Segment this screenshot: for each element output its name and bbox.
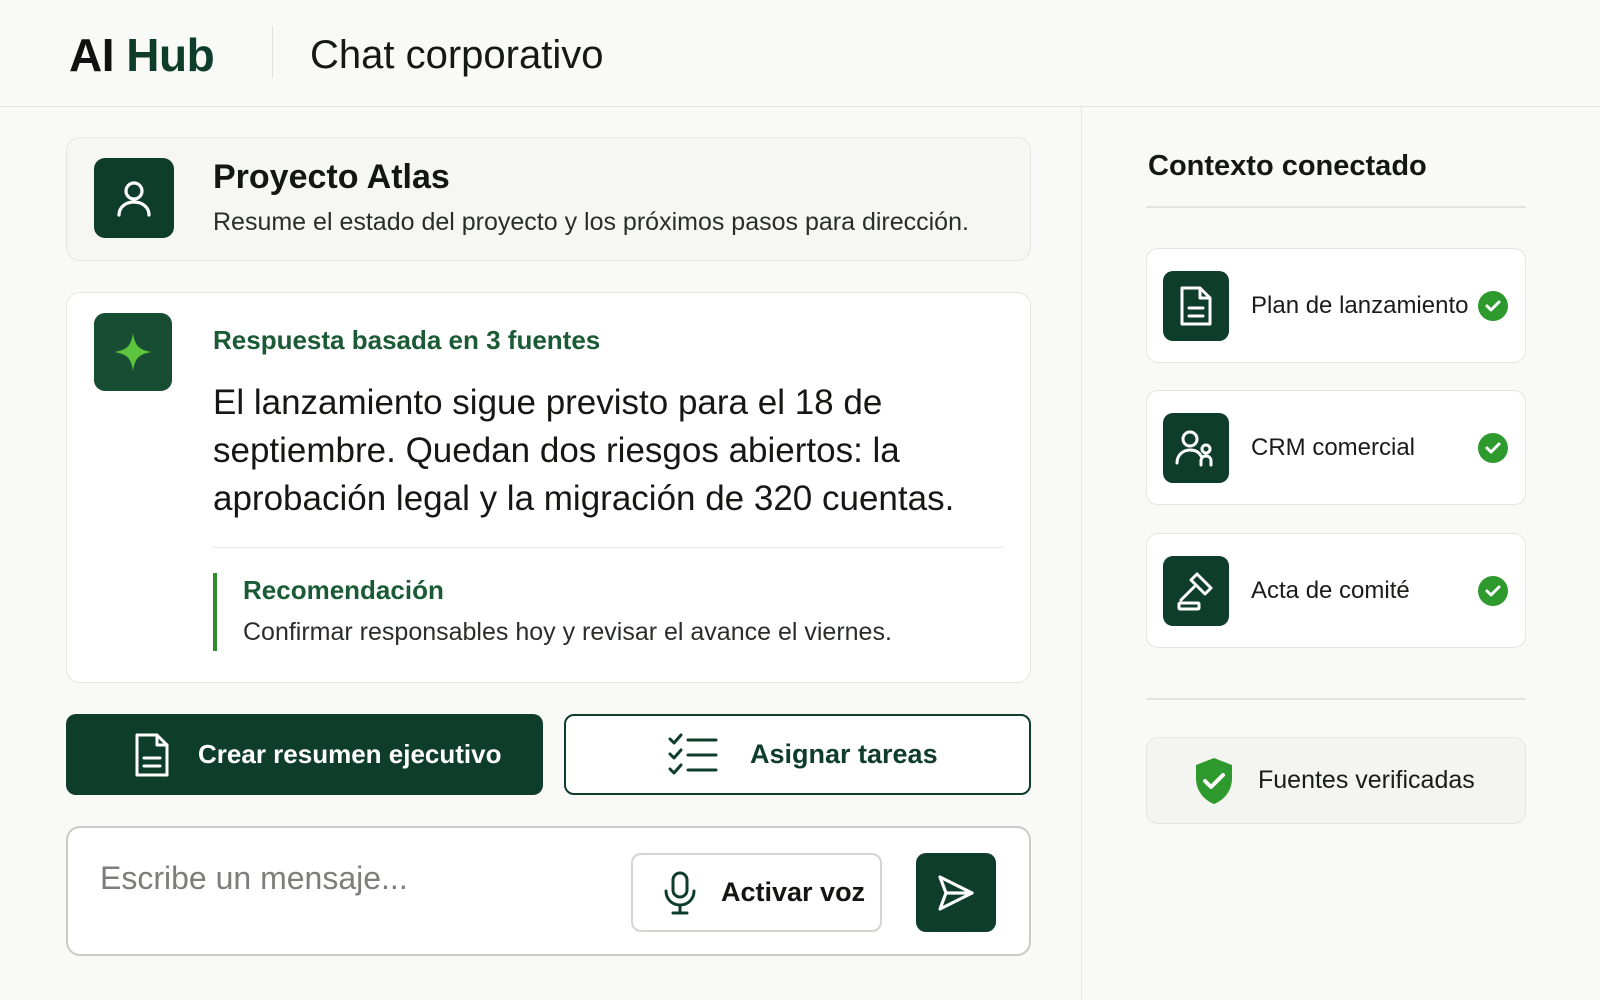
- send-icon: [938, 874, 974, 911]
- source-item-acta[interactable]: Acta de comité: [1146, 533, 1526, 648]
- response-divider: [213, 547, 1003, 548]
- recommendation-text: Confirmar responsables hoy y revisar el …: [243, 618, 892, 646]
- recommendation-title: Recomendación: [243, 575, 444, 605]
- source-item-crm[interactable]: CRM comercial: [1146, 390, 1526, 505]
- sidebar-title: Contexto conectado: [1148, 150, 1427, 182]
- assign-tasks-label: Asignar tareas: [750, 739, 938, 769]
- project-title: Proyecto Atlas: [213, 158, 450, 196]
- user-icon: [117, 181, 151, 217]
- check-icon: [1478, 575, 1508, 606]
- message-input[interactable]: [100, 856, 600, 900]
- assign-tasks-button[interactable]: Asignar tareas: [564, 714, 1031, 795]
- send-button[interactable]: [916, 853, 996, 932]
- gavel-icon: [1177, 572, 1213, 610]
- voice-button[interactable]: Activar voz: [631, 853, 882, 932]
- document-icon: [135, 733, 169, 776]
- users-icon: [1175, 430, 1213, 466]
- logo-ai-text: AI: [69, 29, 115, 81]
- sidebar-title-divider: [1146, 206, 1526, 208]
- user-message-text: Resume el estado del proyecto y los próx…: [213, 208, 969, 236]
- source-icon-box: [1163, 270, 1229, 341]
- ai-response-text: El lanzamiento sigue previsto para el 18…: [213, 383, 955, 518]
- header-divider: [272, 26, 273, 78]
- logo-hub-text: Hub: [126, 29, 215, 81]
- source-item-plan[interactable]: Plan de lanzamiento: [1146, 248, 1526, 363]
- ai-avatar: [94, 313, 172, 391]
- page-title: Chat corporativo: [310, 33, 604, 77]
- verified-sources-label: Fuentes verificadas: [1258, 766, 1475, 794]
- sidebar-divider-lower: [1146, 698, 1526, 700]
- source-icon-box: [1163, 555, 1229, 626]
- ai-response-card: Respuesta basada en 3 fuentes El lanzami…: [66, 292, 1031, 683]
- source-label: Plan de lanzamiento: [1251, 291, 1469, 319]
- message-composer: Activar voz: [66, 826, 1031, 956]
- shield-check-icon: [1196, 757, 1232, 804]
- source-label: CRM comercial: [1251, 433, 1416, 461]
- user-message-card: Proyecto Atlas Resume el estado del proy…: [66, 137, 1031, 261]
- sidebar-divider: [1081, 107, 1082, 1000]
- source-label: Acta de comité: [1251, 576, 1410, 604]
- checklist-icon: [668, 733, 718, 774]
- source-icon-box: [1163, 412, 1229, 483]
- document-icon: [1180, 286, 1212, 325]
- sparkle-icon: [114, 333, 152, 371]
- sources-count-label: Respuesta basada en 3 fuentes: [213, 325, 601, 355]
- check-icon: [1478, 432, 1508, 463]
- user-avatar: [94, 158, 174, 238]
- check-icon: [1478, 290, 1508, 321]
- create-summary-label: Crear resumen ejecutivo: [198, 739, 502, 769]
- recommendation-block: Recomendación Confirmar responsables hoy…: [213, 573, 892, 651]
- app-logo[interactable]: AI Hub: [69, 28, 215, 82]
- voice-button-label: Activar voz: [721, 877, 866, 907]
- verified-sources-badge: Fuentes verificadas: [1146, 737, 1526, 824]
- top-bar: AI Hub Chat corporativo: [0, 0, 1600, 107]
- microphone-icon: [664, 871, 696, 914]
- create-summary-button[interactable]: Crear resumen ejecutivo: [66, 714, 543, 795]
